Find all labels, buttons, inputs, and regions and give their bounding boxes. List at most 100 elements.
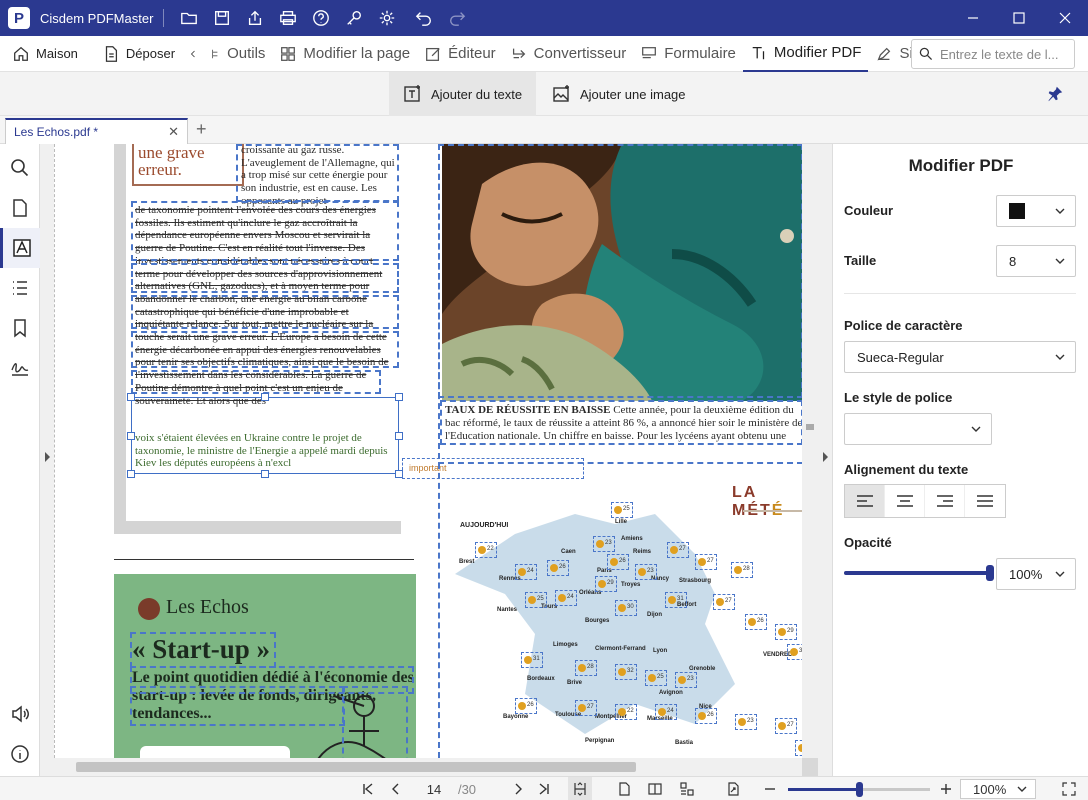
zoom-select[interactable]: 100% [960,779,1036,799]
help-icon[interactable] [304,0,337,36]
map-weather-marker[interactable]: 30 [615,600,637,616]
map-weather-marker[interactable]: 24 [555,590,577,606]
resize-handle[interactable] [127,432,135,440]
text-box-outline[interactable] [131,263,399,293]
align-right-button[interactable] [925,485,965,517]
close-window-icon[interactable] [1042,0,1088,36]
page-number-input[interactable]: 14 [414,777,454,800]
map-weather-marker[interactable]: 28 [575,660,597,676]
text-box-outline[interactable] [130,632,276,668]
first-page-icon[interactable] [360,777,376,800]
document-tab[interactable]: Les Echos.pdf * ✕ [5,118,188,144]
two-page-icon[interactable] [646,777,664,800]
map-weather-marker[interactable]: 27 [667,542,689,558]
open-folder-icon[interactable] [172,0,205,36]
page-layout-icon[interactable] [678,777,696,800]
menu-modify-page[interactable]: Modifier la page [272,36,417,72]
color-picker[interactable] [996,195,1076,227]
continuous-scroll-icon[interactable] [568,777,592,800]
map-weather-marker[interactable]: 29 [595,576,617,592]
search-input[interactable]: Entrez le texte de l... [911,39,1075,69]
signature-icon[interactable] [0,348,40,388]
undo-icon[interactable] [407,0,440,36]
map-weather-marker[interactable]: 28 [731,562,753,578]
map-weather-marker[interactable]: 25 [611,502,633,518]
ad-button[interactable] [140,746,290,758]
maximize-icon[interactable] [996,0,1042,36]
list-icon[interactable] [0,268,40,308]
map-weather-marker[interactable]: 22 [475,542,497,558]
map-weather-marker[interactable]: 27 [713,594,735,610]
map-weather-marker[interactable]: 24 [655,704,677,720]
opacity-slider[interactable] [844,565,994,581]
new-tab-icon[interactable]: + [196,119,207,140]
map-weather-marker[interactable]: 26 [695,708,717,724]
single-page-icon[interactable] [616,777,632,800]
text-box-outline[interactable] [131,295,399,329]
map-weather-marker[interactable]: 31 [665,592,687,608]
opacity-slider-thumb[interactable] [986,565,994,581]
align-left-button[interactable] [845,485,885,517]
resize-handle[interactable] [261,393,269,401]
minimize-icon[interactable] [950,0,996,36]
map-weather-marker[interactable]: 26 [607,554,629,570]
selection-frame[interactable] [131,397,399,474]
pin-icon[interactable] [1046,85,1064,106]
resize-handle[interactable] [127,393,135,401]
speaker-icon[interactable] [0,694,40,734]
add-text-button[interactable]: Ajouter du texte [389,72,537,116]
settings-gear-icon[interactable] [370,0,403,36]
menu-modify-pdf[interactable]: Modifier PDF [742,36,869,72]
map-weather-marker[interactable]: 26 [515,698,537,714]
opacity-select[interactable]: 100% [996,558,1076,590]
map-weather-marker[interactable]: 23 [675,672,697,688]
text-box-outline[interactable] [236,144,399,202]
map-weather-marker[interactable]: 31 [521,652,543,668]
previous-page-icon[interactable] [388,777,404,800]
menu-deposit[interactable]: Déposer [95,36,182,72]
key-icon[interactable] [337,0,370,36]
menu-converter[interactable]: Convertisseur [503,36,634,72]
save-icon[interactable] [205,0,238,36]
search-sidebar-icon[interactable] [0,148,40,188]
map-weather-marker[interactable]: 25 [525,592,547,608]
print-icon[interactable] [271,0,304,36]
align-justify-button[interactable] [965,485,1005,517]
map-weather-marker[interactable]: 28 [795,740,802,756]
resize-handle[interactable] [261,470,269,478]
size-select[interactable]: 8 [996,245,1076,277]
text-box-outline[interactable] [440,400,802,445]
map-weather-marker[interactable]: 27 [695,554,717,570]
menu-scroll-left[interactable] [182,36,209,72]
info-icon[interactable] [0,734,40,774]
horizontal-scrollbar[interactable] [54,758,802,776]
map-weather-marker[interactable]: 26 [547,560,569,576]
map-weather-marker[interactable]: 27 [775,718,797,734]
collapse-right-handle[interactable] [818,144,832,776]
map-weather-marker[interactable]: 22 [615,704,637,720]
map-weather-marker[interactable]: 25 [645,670,667,686]
vertical-scroll-thumb[interactable] [806,424,814,430]
menu-tools[interactable]: Outils [209,36,272,72]
font-style-select[interactable] [844,413,992,445]
map-weather-marker[interactable]: 23 [635,564,657,580]
pdf-page[interactable]: une grave erreur. croissante au gaz russ… [54,144,802,758]
resize-handle[interactable] [395,393,403,401]
image-frame[interactable] [438,144,802,398]
collapse-left-handle[interactable] [40,144,54,776]
vertical-scrollbar[interactable] [802,144,818,758]
fullscreen-icon[interactable] [1060,777,1078,800]
text-box-outline[interactable] [131,370,381,394]
map-weather-marker[interactable]: 23 [735,714,757,730]
image-frame[interactable] [342,686,408,758]
zoom-out-icon[interactable] [762,777,778,800]
next-page-icon[interactable] [510,777,526,800]
zoom-slider-thumb[interactable] [856,782,863,797]
align-center-button[interactable] [885,485,925,517]
page-thumbnail-icon[interactable] [0,188,40,228]
map-weather-marker[interactable]: 33 [787,644,802,660]
add-image-button[interactable]: Ajouter une image [538,72,700,116]
map-weather-marker[interactable]: 29 [775,624,797,640]
map-weather-marker[interactable]: 23 [593,536,615,552]
text-box-outline[interactable] [131,201,399,261]
